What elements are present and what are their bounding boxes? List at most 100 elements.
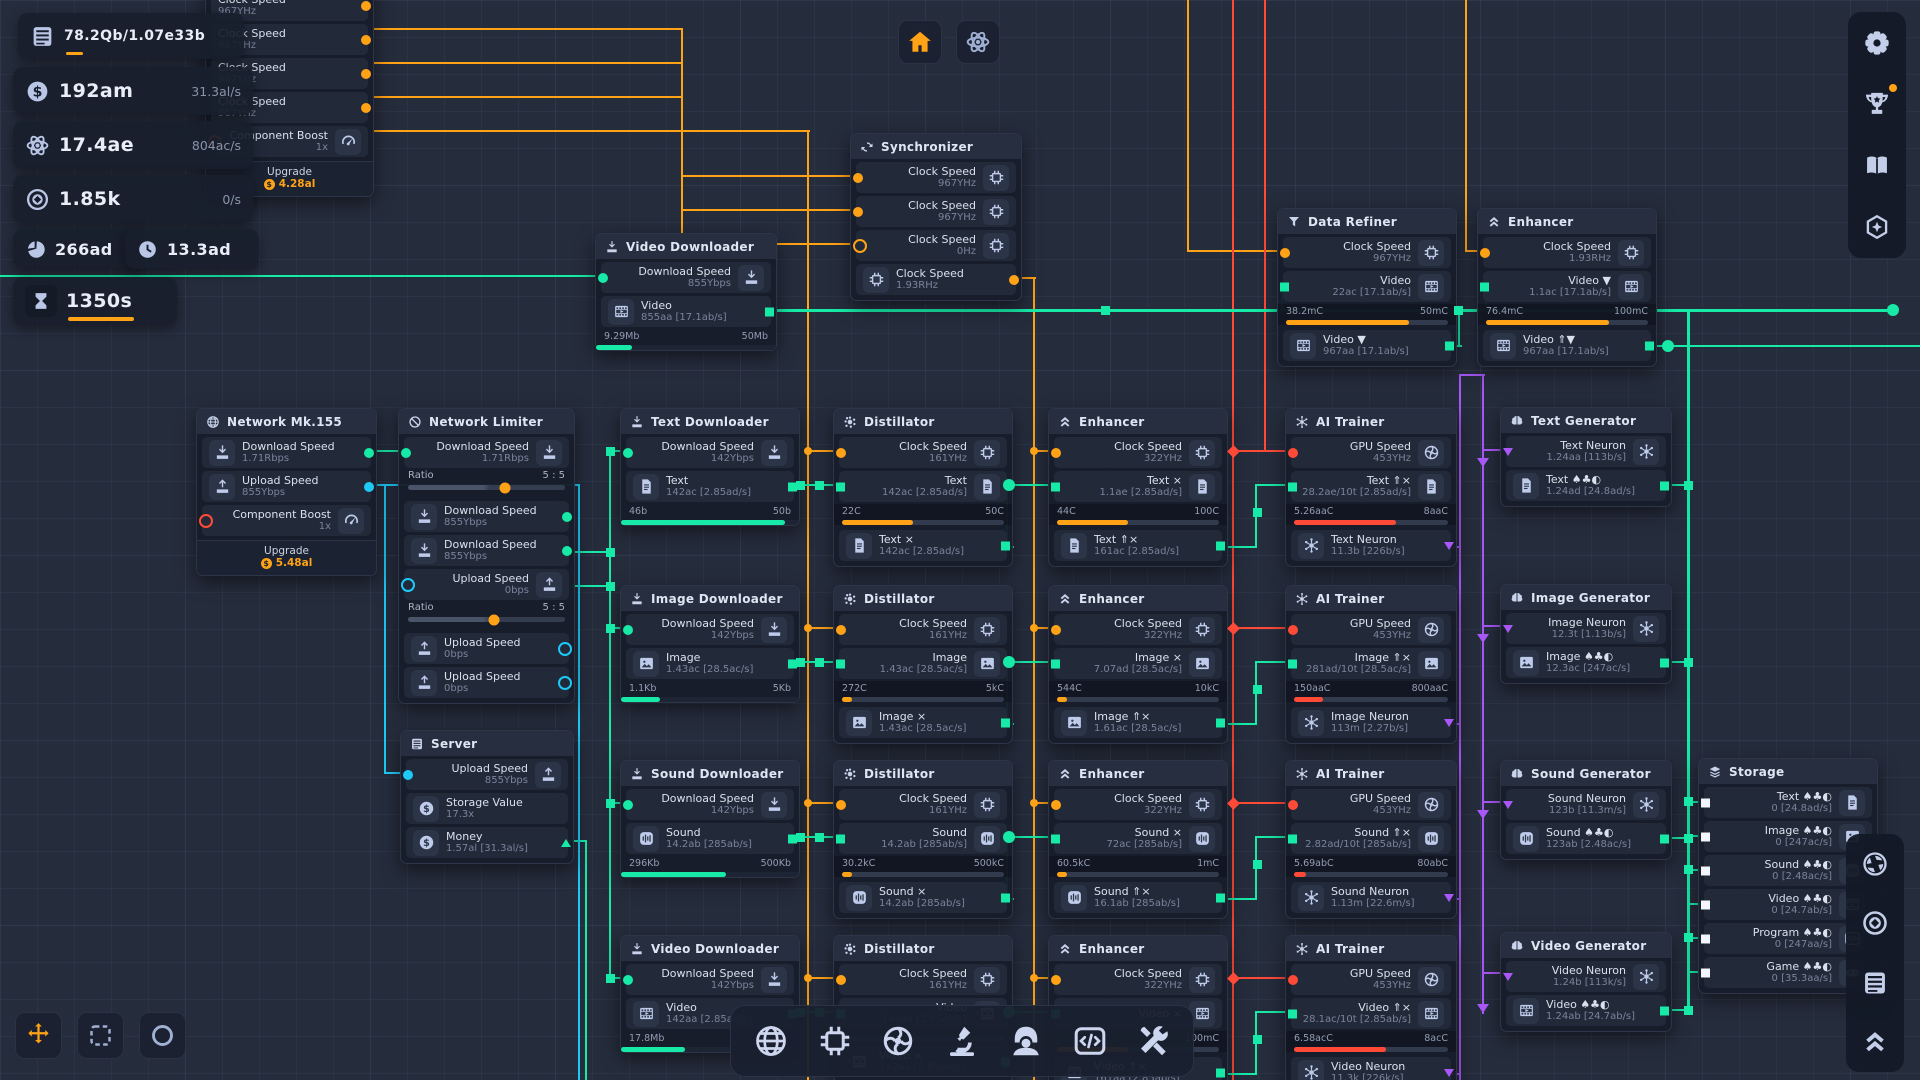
port-orange[interactable] <box>1051 975 1061 985</box>
port-red[interactable] <box>199 514 213 528</box>
port-green[interactable] <box>1051 659 1060 668</box>
port-orange[interactable] <box>361 1 371 11</box>
port-orange[interactable] <box>836 800 846 810</box>
port-orange[interactable] <box>853 173 863 183</box>
node-distillator-text[interactable]: DistillatorClock Speed161YHzText142ac [2… <box>833 408 1013 567</box>
node-data-refiner[interactable]: Data RefinerClock Speed967YHzVideo22ac [… <box>1277 208 1457 367</box>
shutter-button[interactable] <box>1853 842 1897 886</box>
chevrons-button[interactable] <box>1853 1020 1897 1064</box>
port-green[interactable] <box>1216 893 1225 902</box>
port-cyan[interactable] <box>403 770 413 780</box>
dock-agent-button[interactable] <box>1002 1022 1050 1060</box>
node-enhancer-video-top[interactable]: EnhancerClock Speed1.93RHzVideo ▼1.1ac [… <box>1477 208 1657 367</box>
home-button[interactable] <box>898 20 942 64</box>
port-orange[interactable] <box>853 207 863 217</box>
port-green[interactable] <box>1660 481 1669 490</box>
port-cyan[interactable] <box>558 642 572 656</box>
port-white[interactable] <box>1701 866 1710 875</box>
node-text-downloader[interactable]: Text DownloaderDownload Speed142YbpsText… <box>620 408 800 526</box>
book-button[interactable] <box>1855 144 1899 188</box>
port-purple[interactable] <box>1503 973 1513 981</box>
port-green[interactable] <box>1660 1006 1669 1015</box>
node-distillator-sound[interactable]: DistillatorClock Speed161YHzSound14.2ab … <box>833 760 1013 919</box>
node-ai-trainer-image[interactable]: AI TrainerGPU Speed453YHzImage ⇑×281ad/1… <box>1285 585 1457 744</box>
dock-tools-button[interactable] <box>1129 1022 1177 1060</box>
node-server[interactable]: ServerUpload Speed855YbpsStorage Value17… <box>400 730 574 864</box>
node-enhancer-text[interactable]: EnhancerClock Speed322YHzText ×1.1ae [2.… <box>1048 408 1228 567</box>
dock-gpu-button[interactable] <box>874 1022 922 1060</box>
port-green[interactable] <box>623 448 633 458</box>
port-green[interactable] <box>1660 658 1669 667</box>
port-green[interactable] <box>1288 659 1297 668</box>
dock-chip-button[interactable] <box>811 1022 859 1060</box>
port-green[interactable] <box>562 546 572 556</box>
port-orange[interactable] <box>361 35 371 45</box>
ratio-slider[interactable]: Ratio5 : 5 <box>399 468 574 498</box>
node-sound-generator[interactable]: Sound GeneratorSound Neuron123b [11.3m/s… <box>1500 760 1672 860</box>
port-orange[interactable] <box>836 448 846 458</box>
ratio-track[interactable] <box>408 485 565 490</box>
port-green[interactable] <box>1001 718 1010 727</box>
port-green[interactable] <box>765 307 774 316</box>
atom-button[interactable] <box>956 20 1000 64</box>
database-button[interactable] <box>1853 961 1897 1005</box>
port-green[interactable] <box>401 448 411 458</box>
move-tool-button[interactable] <box>15 1012 62 1059</box>
port-orange[interactable] <box>1051 800 1061 810</box>
ratio-knob[interactable] <box>489 614 500 625</box>
port-orange[interactable] <box>836 625 846 635</box>
port-orange[interactable] <box>1051 448 1061 458</box>
port-white[interactable] <box>1701 798 1710 807</box>
port-green[interactable] <box>598 273 608 283</box>
node-network[interactable]: Network Mk.155Download Speed1.71RbpsUplo… <box>196 408 377 576</box>
dock-microscope-button[interactable] <box>938 1022 986 1060</box>
port-green[interactable] <box>1645 341 1654 350</box>
port-orange[interactable] <box>1280 248 1290 258</box>
port-white[interactable] <box>1701 934 1710 943</box>
port-orange[interactable] <box>1480 248 1490 258</box>
port-green[interactable] <box>561 839 571 847</box>
port-purple[interactable] <box>1444 719 1454 727</box>
port-green[interactable] <box>1288 482 1297 491</box>
disc-button[interactable] <box>1853 901 1897 945</box>
node-image-generator[interactable]: Image GeneratorImage Neuron12.3t [1.13b/… <box>1500 584 1672 684</box>
ratio-slider[interactable]: Ratio5 : 5 <box>399 600 574 630</box>
port-cyan[interactable] <box>364 482 374 492</box>
port-green[interactable] <box>1216 1068 1225 1077</box>
node-video-downloader-1[interactable]: Video DownloaderDownload Speed855YbpsVid… <box>595 233 777 351</box>
port-cyan[interactable] <box>401 578 415 592</box>
node-enhancer-image[interactable]: EnhancerClock Speed322YHzImage ×7.07ad [… <box>1048 585 1228 744</box>
port-green[interactable] <box>1445 341 1454 350</box>
port-green[interactable] <box>1001 541 1010 550</box>
node-synchronizer[interactable]: SynchronizerClock Speed967YHzClock Speed… <box>850 133 1022 301</box>
port-orange[interactable] <box>836 975 846 985</box>
ratio-knob[interactable] <box>500 482 511 493</box>
ratio-track[interactable] <box>408 617 565 622</box>
node-enhancer-sound[interactable]: EnhancerClock Speed322YHzSound ×72ac [28… <box>1048 760 1228 919</box>
port-green[interactable] <box>364 448 374 458</box>
port-red[interactable] <box>1288 625 1298 635</box>
port-green[interactable] <box>1051 834 1060 843</box>
node-text-generator[interactable]: Text GeneratorText Neuron1.24aa [113b/s]… <box>1500 407 1672 507</box>
node-ai-trainer-sound[interactable]: AI TrainerGPU Speed453YHzSound ⇑×2.82ad/… <box>1285 760 1457 919</box>
port-orange[interactable] <box>361 69 371 79</box>
trophy-button[interactable] <box>1855 82 1899 126</box>
port-orange[interactable] <box>853 239 867 253</box>
port-orange[interactable] <box>361 103 371 113</box>
node-ai-trainer-video[interactable]: AI TrainerGPU Speed453YHzVideo ⇑×28.1ac/… <box>1285 935 1457 1080</box>
port-green[interactable] <box>1280 282 1289 291</box>
node-network-limiter[interactable]: Network LimiterDownload Speed1.71RbpsRat… <box>398 408 575 704</box>
port-green[interactable] <box>623 800 633 810</box>
game-canvas[interactable]: Clock Speed1.93RHzClock Speed967YHzClock… <box>0 0 1920 1080</box>
gear-button[interactable] <box>1855 21 1899 65</box>
node-ai-trainer-text[interactable]: AI TrainerGPU Speed453YHzText ⇑×28.2ae/1… <box>1285 408 1457 567</box>
port-green[interactable] <box>1216 541 1225 550</box>
dock-globe-button[interactable] <box>747 1022 795 1060</box>
circle-tool-button[interactable] <box>139 1012 186 1059</box>
port-green[interactable] <box>836 482 845 491</box>
port-red[interactable] <box>1288 975 1298 985</box>
port-green[interactable] <box>1660 834 1669 843</box>
port-red[interactable] <box>1288 448 1298 458</box>
port-white[interactable] <box>1701 900 1710 909</box>
port-white[interactable] <box>1701 832 1710 841</box>
